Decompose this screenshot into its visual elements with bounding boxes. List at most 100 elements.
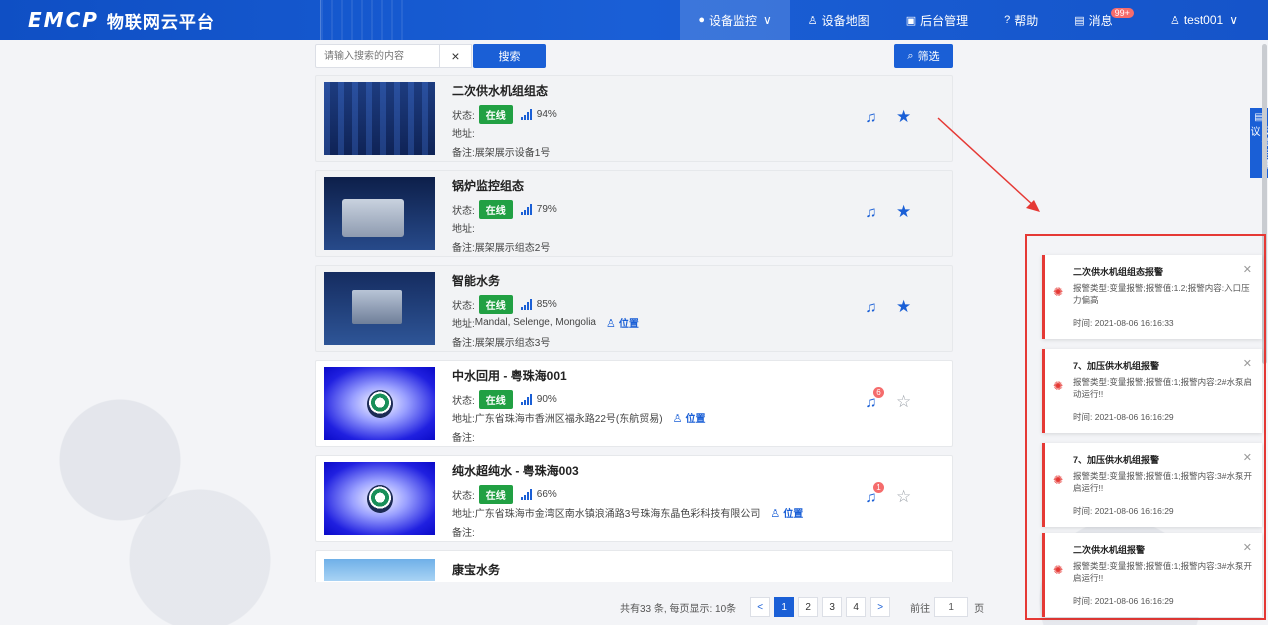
close-icon[interactable]: ✕ (1243, 263, 1252, 276)
filter-label: 筛选 (917, 51, 940, 63)
device-thumbnail[interactable] (324, 177, 435, 250)
close-icon[interactable]: ✕ (1243, 541, 1252, 554)
alarm-body: 报警类型:变量报警;报警值:1.2;报警内容:入口压力偏高 (1073, 283, 1250, 305)
device-address-line: 地址: 广东省珠海市金湾区南水镇浪涌路3号珠海东晶色彩科技有限公司 ♙ 位置 (452, 505, 803, 520)
favorite-star-button[interactable]: ☆ (896, 392, 911, 412)
address-value: 广东省珠海市香洲区福永路22号(东航贸易) (474, 414, 663, 425)
person-pin-icon: ♙ (672, 413, 683, 425)
logo[interactable]: EMCP 物联网云平台 (28, 8, 215, 33)
location-label: 位置 (783, 509, 804, 520)
location-button[interactable]: ♙ 位置 (770, 505, 803, 520)
alarm-notification[interactable]: 二次供水机组组态报警 ✕ ✺ 报警类型:变量报警;报警值:1.2;报警内容:入口… (1042, 255, 1262, 339)
device-status-line: 状态: 在线 79% (452, 200, 557, 219)
device-title[interactable]: 纯水超纯水 - 粤珠海003 (452, 462, 579, 479)
device-title[interactable]: 康宝水务 (452, 561, 500, 578)
search-button[interactable]: 搜索 (473, 44, 546, 68)
remark-value: 展架展示组态2号 (474, 243, 551, 254)
filter-button[interactable]: ⌕ 筛选 (894, 44, 953, 68)
device-thumbnail[interactable] (324, 272, 435, 345)
bell-icon: ♫ (865, 203, 877, 221)
alarm-bell-button[interactable]: ♫ 6 (862, 387, 884, 411)
device-title[interactable]: 中水回用 - 粤珠海001 (452, 367, 567, 384)
alarm-notification[interactable]: 7、加压供水机组报警 ✕ ✺ 报警类型:变量报警;报警值:1;报警内容:2#水泵… (1042, 349, 1262, 433)
alarm-notification[interactable]: 7、加压供水机组报警 ✕ ✺ 报警类型:变量报警;报警值:1;报警内容:3#水泵… (1042, 443, 1262, 527)
water-emblem-icon (366, 484, 393, 513)
alarm-time: 时间: 2021-08-06 16:16:29 (1073, 506, 1174, 516)
alarm-bell-button[interactable]: ♫ (862, 203, 880, 221)
device-card[interactable]: 锅炉监控组态 状态: 在线 79% 地址: 备注: 展架展示组态2号 ♫ ★ (315, 170, 953, 257)
signal-value: 90% (536, 394, 557, 405)
bell-icon: ♫ (865, 108, 877, 126)
remark-label: 备注: (452, 528, 475, 539)
location-button[interactable]: ♙ 位置 (606, 315, 639, 330)
prev-page-button[interactable]: < (750, 597, 771, 617)
clear-search-button[interactable]: × (440, 44, 472, 68)
address-value: Mandal, Selenge, Mongolia (474, 317, 596, 328)
device-remark-line: 备注: 展架展示组态2号 (452, 239, 550, 254)
nav-help[interactable]: ? 帮助 (986, 0, 1056, 40)
device-address-line: 地址: (452, 125, 475, 140)
person-pin-icon: ♙ (770, 508, 781, 520)
device-title[interactable]: 二次供水机组组态 (452, 82, 548, 99)
device-thumbnail[interactable] (324, 367, 435, 440)
alarm-bell-button[interactable]: ♫ (862, 298, 880, 316)
device-title[interactable]: 智能水务 (452, 272, 500, 289)
alarm-bell-button[interactable]: ♫ (862, 108, 880, 126)
alarm-body: 报警类型:变量报警;报警值:1;报警内容:2#水泵启动运行!! (1073, 377, 1252, 399)
search-input[interactable] (315, 44, 440, 68)
nav-admin[interactable]: ▣ 后台管理 (888, 0, 986, 40)
favorite-star-button[interactable]: ☆ (896, 487, 911, 507)
device-title[interactable]: 锅炉监控组态 (452, 177, 524, 194)
favorite-star-button[interactable]: ★ (896, 202, 911, 222)
device-thumbnail[interactable] (324, 462, 435, 535)
remark-label: 备注: (452, 433, 475, 444)
device-card[interactable]: 纯水超纯水 - 粤珠海003 状态: 在线 66% 地址: 广东省珠海市金湾区南… (315, 455, 953, 542)
message-count-badge: 99+ (1110, 8, 1134, 18)
device-remark-line: 备注: (452, 429, 475, 444)
page-unit-label: 页 (974, 603, 985, 615)
alarm-notification[interactable]: 二次供水机组报警 ✕ ✺ 报警类型:变量报警;报警值:1;报警内容:3#水泵开启… (1042, 533, 1262, 617)
favorite-star-button[interactable]: ★ (896, 297, 911, 317)
page-button[interactable]: 2 (798, 597, 819, 617)
alarm-time: 时间: 2021-08-06 16:16:33 (1073, 318, 1174, 328)
page-button[interactable]: 1 (774, 597, 795, 617)
alarm-bell-button[interactable]: ♫ 1 (862, 482, 884, 506)
address-label: 地址: (452, 414, 475, 425)
nav-messages[interactable]: ▤ 消息 99+ (1056, 0, 1152, 40)
user-icon: ♙ (1169, 14, 1180, 27)
nav-user[interactable]: ♙ test001 ∨ (1152, 0, 1268, 40)
nav-device-monitor[interactable]: ● 设备监控 ∨ (680, 0, 790, 40)
goto-page-input[interactable]: 1 (934, 597, 969, 617)
nav-device-map[interactable]: ♙ 设备地图 (790, 0, 888, 40)
device-thumbnail[interactable] (324, 559, 435, 581)
device-thumbnail[interactable] (324, 82, 435, 155)
device-card[interactable]: 二次供水机组组态 状态: 在线 94% 地址: 备注: 展架展示设备1号 ♫ ★ (315, 75, 953, 162)
device-status-line: 状态: 在线 85% (452, 295, 557, 314)
page-button[interactable]: 3 (822, 597, 843, 617)
device-card[interactable]: 康宝水务 (315, 550, 953, 582)
close-icon[interactable]: ✕ (1243, 451, 1252, 464)
status-label: 状态: (452, 301, 475, 312)
nav-label: 后台管理 (920, 13, 969, 28)
favorite-star-button[interactable]: ★ (896, 107, 911, 127)
signal-icon (520, 204, 533, 215)
device-remark-line: 备注: 展架展示设备1号 (452, 144, 550, 159)
remark-value: 展架展示设备1号 (474, 148, 551, 159)
status-badge: 在线 (478, 295, 513, 314)
header-decoration (320, 0, 410, 40)
location-button[interactable]: ♙ 位置 (673, 410, 706, 425)
device-list: 二次供水机组组态 状态: 在线 94% 地址: 备注: 展架展示设备1号 ♫ ★… (315, 75, 953, 582)
alarm-light-icon: ✺ (1053, 473, 1064, 487)
close-icon[interactable]: ✕ (1243, 357, 1252, 370)
device-card[interactable]: 中水回用 - 粤珠海001 状态: 在线 90% 地址: 广东省珠海市香洲区福永… (315, 360, 953, 447)
page-button[interactable]: 4 (846, 597, 867, 617)
address-value: 广东省珠海市金湾区南水镇浪涌路3号珠海东晶色彩科技有限公司 (474, 509, 761, 520)
next-page-button[interactable]: > (870, 597, 891, 617)
device-remark-line: 备注: 展架展示组态3号 (452, 334, 550, 349)
address-label: 地址: (452, 129, 475, 140)
signal-icon (520, 299, 533, 310)
search-bar: × 搜索 ⌕ 筛选 (315, 44, 953, 68)
bell-icon: ♫ (865, 298, 877, 316)
device-card[interactable]: 智能水务 状态: 在线 85% 地址: Mandal, Selenge, Mon… (315, 265, 953, 352)
chevron-down-icon: ∨ (1229, 13, 1238, 27)
